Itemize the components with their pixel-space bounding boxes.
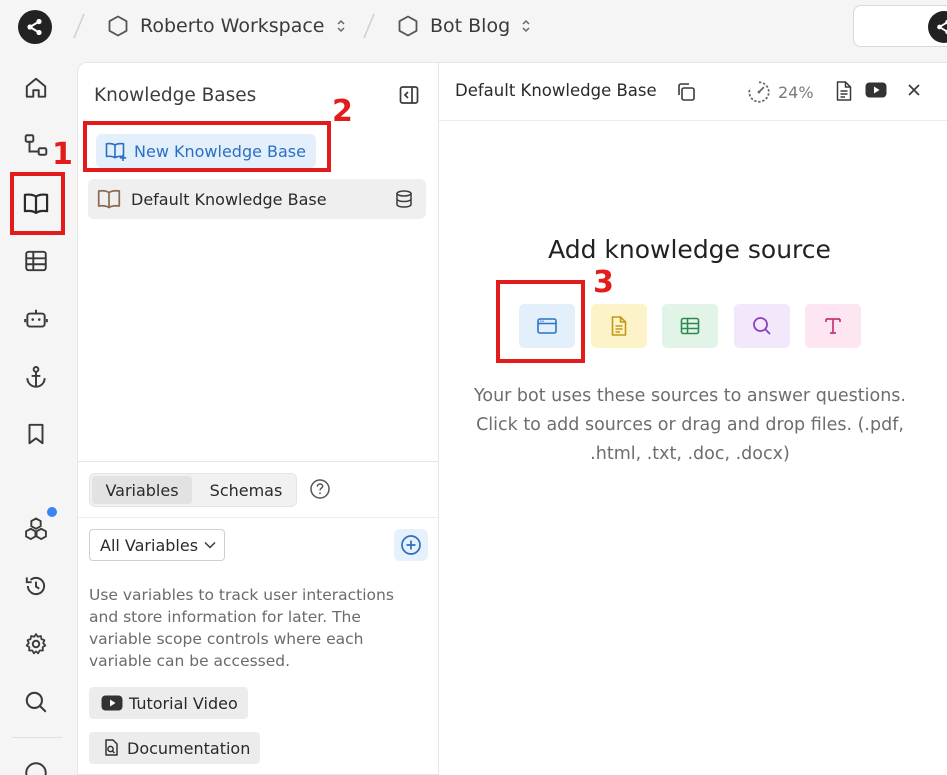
- nav-settings-icon[interactable]: [16, 624, 56, 664]
- book-icon: [97, 189, 121, 209]
- breadcrumb-separator: [73, 13, 85, 39]
- usage-indicator[interactable]: 24%: [746, 79, 814, 105]
- knowledge-base-name: Default Knowledge Base: [131, 189, 327, 209]
- close-icon[interactable]: [906, 82, 922, 98]
- hexagon-icon: [108, 15, 128, 37]
- project-name: Bot Blog: [430, 15, 511, 37]
- variables-filter-value: All Variables: [100, 535, 199, 555]
- usage-value: 24%: [778, 82, 814, 102]
- add-source-heading: Add knowledge source: [548, 235, 831, 264]
- chevron-updown-icon: [336, 19, 345, 33]
- documentation-link[interactable]: Documentation: [89, 732, 261, 764]
- variables-filter-select[interactable]: All Variables: [89, 529, 225, 561]
- notification-dot: [47, 507, 57, 517]
- variables-help-text: Use variables to track user interactions…: [89, 586, 394, 670]
- tutorial-video-link[interactable]: Tutorial Video: [89, 687, 248, 719]
- chevron-down-icon: [204, 541, 216, 549]
- panel-title: Knowledge Bases: [94, 85, 257, 106]
- add-source-description: Your bot uses these sources to answer qu…: [474, 386, 906, 464]
- annotation-box-1: [10, 172, 65, 235]
- panel-divider: [78, 461, 439, 462]
- share-button[interactable]: [853, 5, 947, 47]
- add-variable-button[interactable]: [394, 529, 428, 561]
- collapse-panel-icon[interactable]: [398, 84, 420, 106]
- nav-bot-icon[interactable]: [16, 299, 56, 339]
- breadcrumb-separator: [363, 13, 375, 39]
- nav-bookmark-icon[interactable]: [16, 414, 56, 454]
- panel-divider: [78, 517, 439, 518]
- help-circle-icon[interactable]: [309, 478, 331, 500]
- annotation-box-2: [83, 121, 331, 172]
- youtube-icon[interactable]: [865, 82, 887, 98]
- annotation-number-1: 1: [52, 137, 73, 172]
- youtube-icon: [101, 695, 123, 711]
- documentation-label: Documentation: [127, 738, 251, 758]
- top-bar: Roberto Workspace Bot Blog: [0, 0, 947, 52]
- copy-icon[interactable]: [675, 81, 697, 103]
- annotation-number-2: 2: [332, 94, 353, 129]
- tab-schemas[interactable]: Schemas: [196, 476, 296, 504]
- share-icon: [928, 11, 947, 43]
- source-text-button[interactable]: [805, 304, 861, 348]
- nav-anchor-icon[interactable]: [16, 357, 56, 397]
- nav-search-icon[interactable]: [16, 682, 56, 722]
- detail-title: Default Knowledge Base: [455, 81, 657, 100]
- nav-separator: [12, 737, 62, 738]
- nav-history-icon[interactable]: [16, 566, 56, 606]
- detail-header: Default Knowledge Base 24%: [439, 63, 947, 121]
- nav-home-icon[interactable]: [16, 68, 56, 108]
- search-icon: [753, 317, 771, 335]
- gauge-icon: [748, 81, 770, 103]
- nav-workflow-icon[interactable]: [16, 125, 56, 165]
- workspace-name: Roberto Workspace: [140, 15, 325, 37]
- document-icon[interactable]: [834, 80, 854, 102]
- knowledge-base-detail: Default Knowledge Base 24% Add knowledge…: [438, 62, 947, 775]
- variables-schemas-tabs: Variables Schemas: [89, 473, 297, 507]
- tab-variables[interactable]: Variables: [92, 476, 192, 504]
- table-icon: [680, 317, 700, 335]
- document-search-icon: [105, 739, 118, 756]
- plus-circle-icon: [401, 535, 421, 555]
- app-logo-share-icon[interactable]: [18, 10, 52, 44]
- source-table-button[interactable]: [662, 304, 718, 348]
- annotation-box-3: [496, 280, 585, 363]
- hexagon-icon: [398, 15, 418, 37]
- text-icon: [825, 318, 841, 334]
- source-search-button[interactable]: [734, 304, 790, 348]
- document-icon: [611, 316, 627, 336]
- tutorial-video-label: Tutorial Video: [129, 693, 238, 713]
- knowledge-base-item[interactable]: Default Knowledge Base: [88, 179, 426, 219]
- annotation-number-3: 3: [593, 265, 614, 300]
- source-document-button[interactable]: [591, 304, 647, 348]
- nav-tables-icon[interactable]: [16, 241, 56, 281]
- nav-help-icon[interactable]: [16, 750, 56, 775]
- breadcrumb-workspace[interactable]: Roberto Workspace: [106, 12, 347, 40]
- database-icon: [396, 190, 412, 208]
- breadcrumb-project[interactable]: Bot Blog: [396, 12, 532, 40]
- chevron-updown-icon: [522, 19, 530, 33]
